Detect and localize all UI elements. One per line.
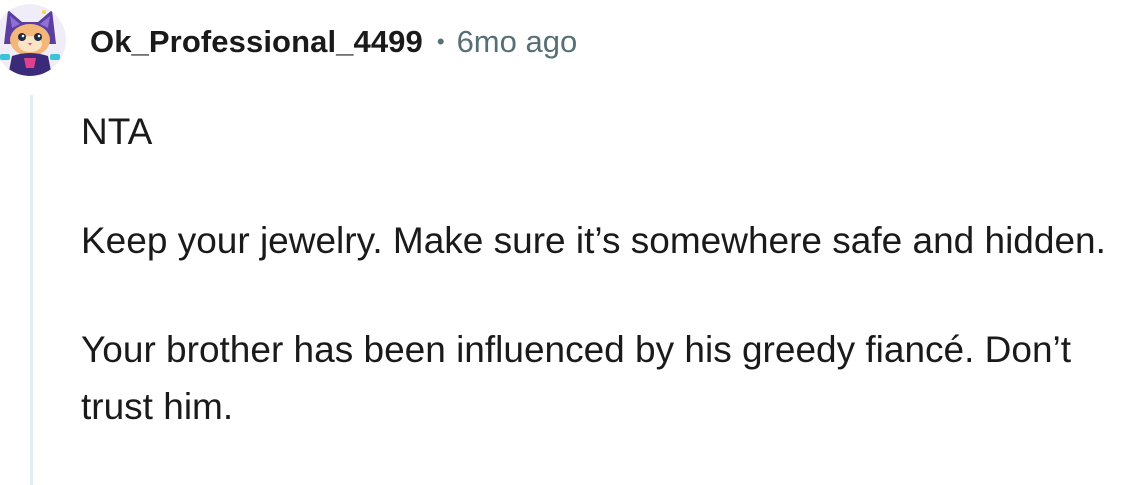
avatar[interactable] bbox=[0, 4, 66, 76]
author-username[interactable]: Ok_Professional_4499 bbox=[90, 24, 423, 60]
comment: Ok_Professional_4499 • 6mo ago NTA Keep … bbox=[0, 0, 1137, 485]
comment-timestamp[interactable]: 6mo ago bbox=[457, 24, 578, 60]
comment-paragraph: Your brother has been influenced by his … bbox=[81, 329, 1072, 427]
comment-body: NTA Keep your jewelry. Make sure it’s so… bbox=[81, 103, 1133, 435]
thread-collapse-line[interactable] bbox=[30, 95, 33, 485]
comment-paragraph: NTA bbox=[81, 111, 153, 152]
comment-paragraph: Keep your jewelry. Make sure it’s somewh… bbox=[81, 220, 1106, 261]
comment-header: Ok_Professional_4499 • 6mo ago bbox=[90, 20, 577, 64]
meta-separator: • bbox=[436, 29, 445, 54]
cat-avatar-icon bbox=[0, 4, 66, 76]
